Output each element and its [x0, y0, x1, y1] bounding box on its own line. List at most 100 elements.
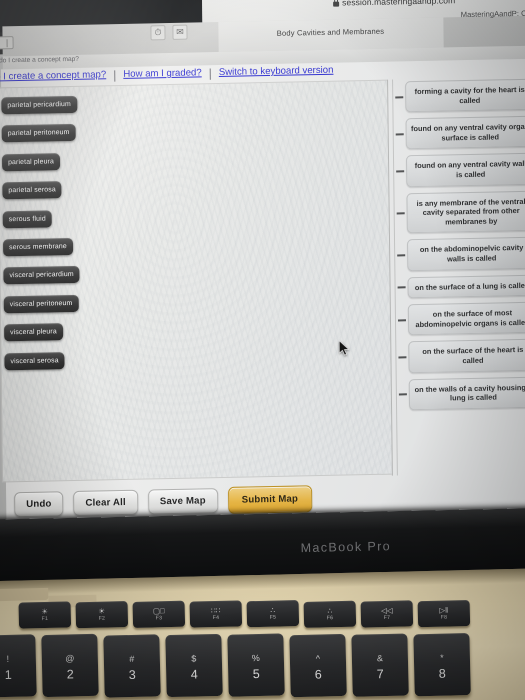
number-key-8[interactable]: * 8: [413, 633, 471, 697]
number-key-symbol: &: [376, 652, 384, 663]
function-key-f5[interactable]: ∴ F5: [246, 600, 300, 628]
connector-dash-left: [398, 356, 407, 359]
laptop-screen: session.masteringaandp.com MasteringAand…: [0, 0, 525, 545]
function-key-glyph-icon: ◁◁: [380, 605, 393, 615]
link-separator-1: |: [113, 67, 117, 82]
number-key-6[interactable]: ^ 6: [289, 633, 347, 697]
function-key-f6[interactable]: ∴ F6: [303, 600, 357, 628]
definition-row: on the abdominopelvic cavity walls is ca…: [397, 237, 525, 271]
term-chip[interactable]: parietal pericardium: [1, 95, 77, 115]
function-key-label: F7: [383, 614, 391, 621]
function-key-glyph-icon: ☀: [41, 606, 49, 617]
clock-icon[interactable]: ⏱: [150, 25, 166, 41]
definition-row: on the walls of a cavity housing a lung …: [398, 376, 525, 410]
undo-button[interactable]: Undo: [14, 491, 64, 518]
number-key-symbol: #: [129, 653, 135, 664]
function-key-f4[interactable]: ∷∷ F4: [189, 600, 243, 628]
envelope-icon[interactable]: ✉: [172, 24, 188, 40]
connector-dash-left: [395, 95, 404, 99]
window-title: MasteringAandP: Ch: [460, 8, 525, 20]
number-key-symbol: *: [440, 652, 444, 663]
function-key-label: F1: [41, 615, 49, 623]
number-key-symbol: $: [191, 653, 197, 664]
function-key-glyph-icon: ▷‖: [439, 605, 449, 615]
definition-row: found on any ventral cavity organ surfac…: [395, 115, 525, 150]
definition-row: forming a cavity for the heart is called: [395, 78, 525, 113]
deck-edge-notch: [0, 587, 49, 602]
term-chip[interactable]: parietal peritoneum: [1, 124, 76, 143]
definition-row: on the surface of a lung is called: [397, 274, 525, 299]
term-chip[interactable]: visceral serosa: [4, 351, 65, 370]
number-key-7[interactable]: & 7: [351, 633, 409, 697]
link-keyboard-version[interactable]: Switch to keyboard version: [219, 65, 334, 78]
function-key-label: F8: [440, 614, 448, 621]
definition-card[interactable]: on the surface of the heart is called: [408, 338, 525, 373]
save-map-button[interactable]: Save Map: [147, 488, 218, 515]
photo-of-laptop: session.masteringaandp.com MasteringAand…: [0, 0, 525, 700]
definition-card[interactable]: on the walls of a cavity housing a lung …: [408, 376, 525, 410]
function-key-f1[interactable]: ☀ F1: [18, 601, 72, 629]
function-key-f3[interactable]: ▢□ F3: [132, 600, 186, 629]
number-key-digit: 6: [314, 667, 322, 682]
link-separator-2: |: [208, 65, 212, 80]
number-key-digit: 3: [128, 667, 136, 682]
connector-dash-left: [397, 254, 406, 257]
term-chip[interactable]: parietal pleura: [1, 152, 61, 172]
link-how-create-map[interactable]: ow do I create a concept map?: [0, 69, 106, 83]
function-key-label: F6: [326, 614, 334, 621]
definition-card[interactable]: on the surface of most abdominopelvic or…: [407, 301, 525, 336]
connector-dash-left: [397, 286, 406, 289]
connector-dash-left: [397, 319, 407, 322]
definition-card[interactable]: found on any ventral cavity wall is call…: [405, 153, 525, 187]
number-key-digit: 5: [252, 667, 260, 682]
definition-card[interactable]: on the surface of a lung is called: [407, 274, 525, 299]
term-chip[interactable]: serous membrane: [2, 237, 73, 257]
definition-card[interactable]: found on any ventral cavity organ surfac…: [405, 115, 525, 150]
function-key-label: F3: [155, 615, 163, 622]
connector-dash-left: [396, 170, 405, 173]
function-key-glyph-icon: ☀: [98, 606, 106, 616]
number-key-5[interactable]: % 5: [227, 633, 285, 697]
term-chip[interactable]: visceral pericardium: [3, 266, 80, 285]
link-how-graded[interactable]: How am I graded?: [123, 67, 202, 80]
function-key-label: F4: [212, 615, 220, 622]
definition-card[interactable]: on the abdominopelvic cavity walls is ca…: [407, 237, 525, 271]
sidebar-toggle-icon[interactable]: [0, 36, 14, 50]
function-key-glyph-icon: ▢□: [152, 606, 165, 616]
connector-dash-left: [396, 212, 405, 215]
clear-all-button[interactable]: Clear All: [73, 489, 139, 517]
term-chip[interactable]: visceral pleura: [4, 323, 63, 342]
number-key-4[interactable]: $4: [165, 633, 223, 698]
definition-row: on the surface of the heart is called: [398, 338, 525, 373]
function-key-f7[interactable]: ◁◁ F7: [360, 599, 414, 628]
function-key-glyph-icon: ∴: [270, 605, 276, 616]
connector-dash-left: [395, 133, 404, 136]
number-key-1[interactable]: ! 1: [0, 634, 37, 698]
definition-card[interactable]: forming a cavity for the heart is called: [405, 78, 525, 113]
function-key-label: F2: [98, 615, 106, 622]
number-key-3[interactable]: #3: [103, 633, 161, 698]
background-tab[interactable]: [443, 15, 525, 48]
definition-card[interactable]: is any membrane of the ventral cavity se…: [406, 190, 525, 234]
function-key-label: F5: [269, 614, 277, 622]
number-key-digit: 4: [190, 667, 198, 682]
number-key-digit: 7: [376, 666, 384, 682]
definition-row: is any membrane of the ventral cavity se…: [396, 190, 525, 234]
laptop-keyboard-deck: sc ☀F1☀F2▢□F3∷∷F4∴F5∴F6◁◁F7▷‖F8 !1@2#3$4…: [0, 567, 525, 700]
term-chip-list: parietal pericardium parietal peritoneum p…: [1, 92, 120, 378]
number-key-digit: 1: [4, 667, 12, 682]
definition-row: found on any ventral cavity wall is call…: [396, 153, 525, 187]
macbook-pro-logo: MacBook Pro: [300, 539, 392, 556]
term-chip[interactable]: serous fluid: [2, 209, 52, 228]
function-key-glyph-icon: ∴: [327, 605, 333, 615]
function-key-glyph-icon: ∷∷: [210, 606, 221, 616]
term-chip[interactable]: visceral peritoneum: [3, 294, 79, 314]
term-chip[interactable]: parietal serosa: [2, 181, 62, 200]
function-key-f8[interactable]: ▷‖ F8: [417, 599, 471, 627]
submit-map-button[interactable]: Submit Map: [227, 485, 313, 514]
definition-list: forming a cavity for the heart is called…: [395, 78, 525, 416]
number-key-row: ! 1 @2 #3 $4% 5 ^ 6 & 7 * 8: [0, 621, 525, 700]
number-key-digit: 8: [438, 666, 446, 681]
number-key-2[interactable]: @2: [41, 634, 99, 698]
function-key-f2[interactable]: ☀ F2: [75, 601, 129, 629]
